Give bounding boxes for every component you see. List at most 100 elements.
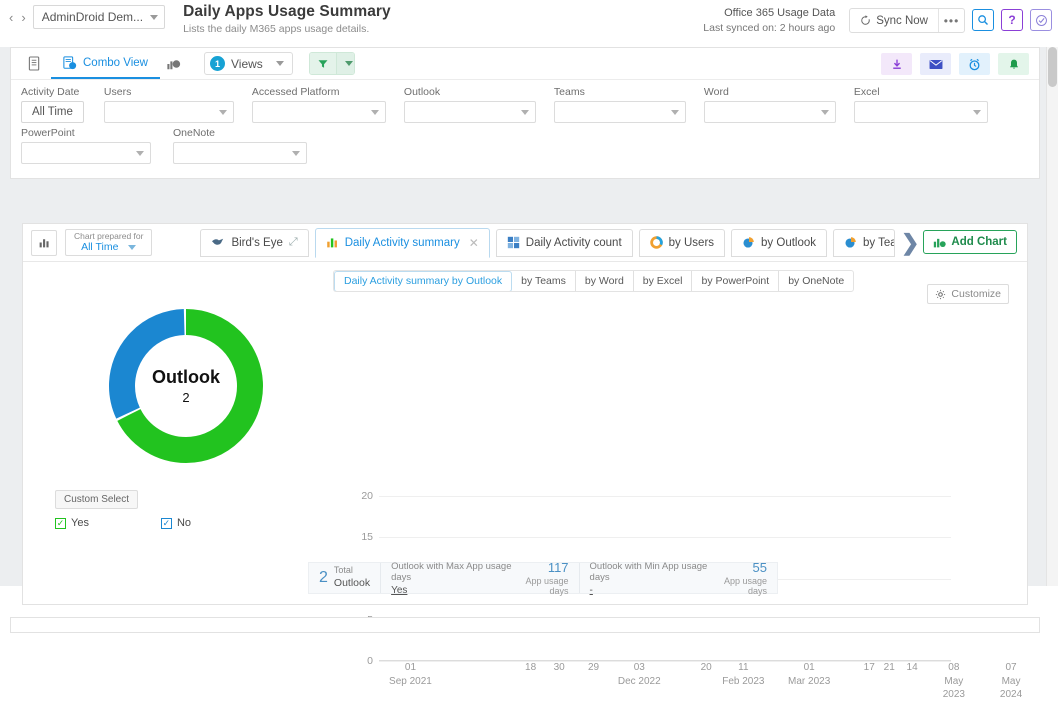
usage-data-info: Office 365 Usage Data Last synced on: 2 … <box>703 7 835 34</box>
filter-row-1: Activity Date All Time Users Accessed Pl… <box>21 86 1029 123</box>
x-axis-tick: 11Feb 2023 <box>722 661 764 688</box>
donut-center-label: Outlook <box>152 367 220 388</box>
grid-chart-icon <box>507 236 520 249</box>
tab-birds-eye[interactable]: Bird's Eye ⤢ <box>200 229 308 257</box>
funnel-icon[interactable] <box>310 53 336 74</box>
subtab-by-word[interactable]: by Word <box>576 271 634 291</box>
forward-arrow-icon[interactable]: › <box>18 10 28 25</box>
legend-item-no[interactable]: ✓ No <box>161 517 191 529</box>
schedule-button[interactable] <box>959 53 990 75</box>
chevron-down-icon <box>150 15 158 20</box>
activity-date-button[interactable]: All Time <box>21 101 84 123</box>
checkbox-yes[interactable]: ✓ <box>55 518 66 529</box>
tab-daily-activity-summary-label: Daily Activity summary <box>345 237 460 249</box>
page-scrollbar[interactable] <box>1046 47 1058 586</box>
sync-more-button[interactable]: ••• <box>938 9 964 32</box>
chevron-right-icon[interactable]: ❯ <box>901 232 919 254</box>
onenote-select[interactable] <box>173 142 307 164</box>
subtab-by-onenote[interactable]: by OneNote <box>779 271 853 291</box>
check-circle-icon[interactable] <box>1030 9 1052 31</box>
customize-button[interactable]: Customize <box>927 284 1009 304</box>
tab-daily-activity-count[interactable]: Daily Activity count <box>496 229 633 257</box>
chevron-down-icon <box>276 61 284 66</box>
tab-by-users[interactable]: by Users <box>639 229 725 257</box>
chevron-down-icon <box>671 110 679 115</box>
scrollbar-thumb[interactable] <box>1048 47 1057 87</box>
checkbox-no[interactable]: ✓ <box>161 518 172 529</box>
header-right: Office 365 Usage Data Last synced on: 2 … <box>703 4 1052 34</box>
filter-excel: Excel <box>854 86 988 123</box>
bell-icon <box>1008 58 1020 71</box>
filter-dropdown-button[interactable] <box>336 53 354 74</box>
tab-by-outlook[interactable]: by Outlook <box>731 229 827 257</box>
chart-subtab-group: Daily Activity summary by Outlook by Tea… <box>333 270 854 292</box>
expand-icon[interactable]: ⤢ <box>289 236 298 249</box>
powerpoint-select[interactable] <box>21 142 151 164</box>
chart-tab-bar: Chart prepared for All Time Bird's Eye ⤢ <box>23 224 1027 262</box>
page-title-block: Daily Apps Usage Summary Lists the daily… <box>183 3 391 35</box>
close-icon[interactable]: ✕ <box>469 236 479 250</box>
legend-label-yes: Yes <box>71 517 89 529</box>
subtab-by-powerpoint[interactable]: by PowerPoint <box>692 271 779 291</box>
document-glyph <box>28 56 41 71</box>
bottom-panel <box>10 617 1040 633</box>
org-selector[interactable]: AdminDroid Dem... <box>33 5 165 29</box>
tab-by-team[interactable]: by Team <box>833 229 895 257</box>
chevron-down-icon <box>371 110 379 115</box>
legend-item-yes[interactable]: ✓ Yes <box>55 517 89 529</box>
tab-daily-activity-summary[interactable]: Daily Activity summary ✕ <box>315 228 490 258</box>
filter-outlook: Outlook <box>404 86 536 123</box>
views-button[interactable]: 1 Views <box>204 52 293 75</box>
bar-pie-chart-icon[interactable] <box>160 53 186 75</box>
sync-now-button[interactable]: Sync Now <box>850 9 938 32</box>
x-axis-tick: 14 <box>907 661 918 675</box>
accessed-platform-select[interactable] <box>252 101 386 123</box>
download-button[interactable] <box>881 53 912 75</box>
bar-pie-glyph <box>166 57 181 71</box>
page-subtitle: Lists the daily M365 apps usage details. <box>183 23 391 35</box>
add-chart-label: Add Chart <box>951 236 1007 248</box>
chart-prepared-for[interactable]: Chart prepared for All Time <box>65 229 152 257</box>
chart-type-icon[interactable] <box>31 230 57 256</box>
excel-select[interactable] <box>854 101 988 123</box>
summary-min-name[interactable]: - <box>590 585 712 596</box>
subtab-by-outlook[interactable]: Daily Activity summary by Outlook <box>334 271 512 292</box>
back-arrow-icon[interactable]: ‹ <box>6 10 16 25</box>
add-chart-button[interactable]: Add Chart <box>923 230 1017 254</box>
alert-button[interactable] <box>998 53 1029 75</box>
view-toolbar: Combo View 1 Views <box>11 48 1039 80</box>
subtab-by-teams[interactable]: by Teams <box>512 271 576 291</box>
tab-by-outlook-label: by Outlook <box>761 237 816 249</box>
donut-chart[interactable]: Outlook 2 <box>96 296 276 476</box>
legend-label-no: No <box>177 517 191 529</box>
filter-label: Accessed Platform <box>252 86 386 98</box>
word-select[interactable] <box>704 101 836 123</box>
email-button[interactable] <box>920 53 951 75</box>
x-axis-tick: 18 <box>525 661 536 675</box>
custom-select-button[interactable]: Custom Select <box>55 490 138 509</box>
teams-select[interactable] <box>554 101 686 123</box>
chevron-down-icon <box>219 110 227 115</box>
summary-total-labels: Total Outlook <box>334 565 370 590</box>
subtab-by-excel[interactable]: by Excel <box>634 271 693 291</box>
history-nav: ‹ › <box>0 0 33 25</box>
x-axis-tick: 30 <box>554 661 565 675</box>
help-icon[interactable]: ? <box>1001 9 1023 31</box>
tab-combo-view[interactable]: Combo View <box>51 48 160 79</box>
sync-group: Sync Now ••• <box>849 8 965 33</box>
envelope-icon <box>929 59 943 70</box>
users-select[interactable] <box>104 101 234 123</box>
summary-min-block: Outlook with Min App usage days - 55 App… <box>579 563 777 593</box>
summary-max-block: Outlook with Max App usage days Yes 117 … <box>380 563 578 593</box>
summary-max-name[interactable]: Yes <box>391 585 513 596</box>
x-axis-tick: 21 <box>884 661 895 675</box>
filter-teams: Teams <box>554 86 686 123</box>
x-axis-tick: 17 <box>864 661 875 675</box>
add-chart-icon <box>933 236 946 249</box>
search-icon[interactable] <box>972 9 994 31</box>
page-body: Combo View 1 Views <box>0 47 1058 586</box>
chevron-down-icon <box>521 110 529 115</box>
document-icon[interactable] <box>21 53 47 75</box>
outlook-select[interactable] <box>404 101 536 123</box>
pie-chart-icon <box>844 236 857 249</box>
